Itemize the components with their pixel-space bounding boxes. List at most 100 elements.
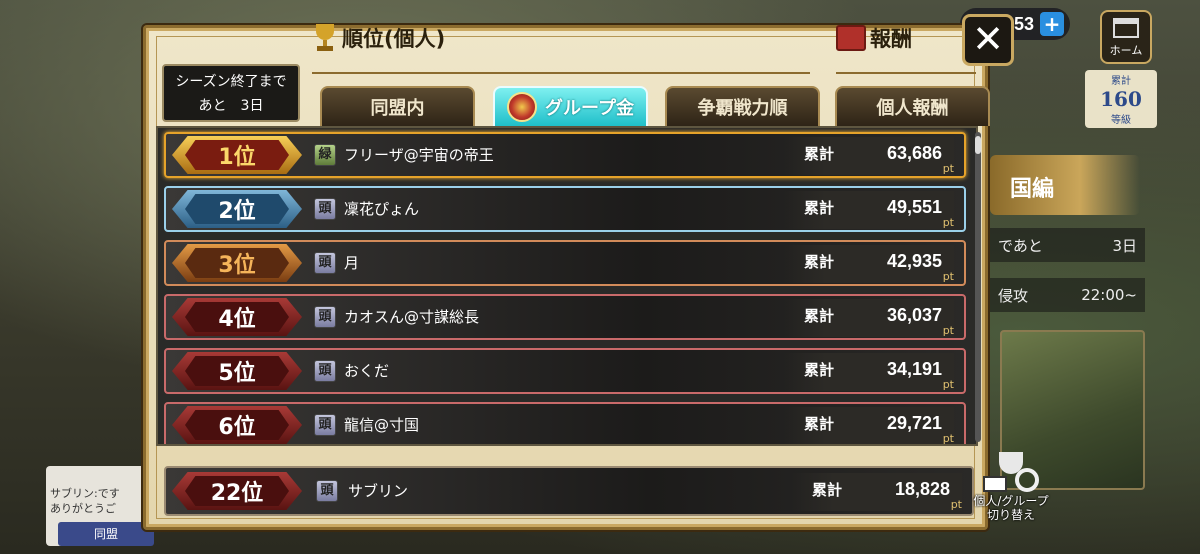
close-button[interactable]: ✕ [962,14,1014,66]
badge-top-label: 累計 [1111,76,1131,87]
player-rank-icon: 頭 [314,360,336,382]
score-box: 累計 34,191 pt [784,353,954,391]
tab-group-gold-label: グループ金 [545,98,634,119]
tab-alliance[interactable]: 同盟内 [320,86,475,126]
score-value: 42,935 [886,251,942,271]
tab-hegemony-power[interactable]: 争覇戦力順 [665,86,820,126]
score-box: 累計 36,037 pt [784,299,954,337]
tab-personal-reward[interactable]: 個人報酬 [835,86,990,126]
ranking-row-2[interactable]: 2位 頭 凜花ぴょん 累計 49,551 pt [164,186,966,232]
player-name: 龍信@寸国 [344,416,420,434]
season-remaining-label: であと [998,236,1043,255]
player-rank-icon: 頭 [316,480,338,502]
invasion-time-row: 侵攻 22:00~ [990,278,1145,312]
reward-title-underline [836,72,976,74]
own-ranking-row[interactable]: 22位 頭 サブリン 累計 18,828 pt [164,466,974,516]
rank-plate: 5位 [172,352,302,390]
tab-hegemony-power-label: 争覇戦力順 [697,98,788,119]
season-remaining-value: 3日 [1112,236,1137,255]
ranking-row-4[interactable]: 4位 頭 カオスん@寸謀総長 累計 36,037 pt [164,294,966,340]
trophy-icon [312,24,338,52]
chapter-banner[interactable]: 国編 [990,155,1140,215]
ranking-title-underline [312,72,810,74]
score-value: 34,191 [886,359,942,379]
rank-label: 1位 [185,140,289,170]
badge-value: 160 [1100,87,1142,111]
score-unit: pt [942,432,954,445]
rank-plate: 22位 [172,472,302,510]
scrollbar-thumb[interactable] [975,136,981,154]
gold-emblem-icon [507,92,538,122]
player-rank-icon: 頭 [314,198,336,220]
rank-plate: 1位 [172,136,302,174]
score-box: 累計 29,721 pt [784,407,954,445]
rank-plate: 3位 [172,244,302,282]
season-countdown-line2: あと 3日 [198,98,264,114]
score-value: 18,828 [894,479,950,499]
ranking-scrollbar[interactable] [975,132,981,442]
rank-label: 2位 [185,194,289,224]
switch-label-line2: 切り替え [986,508,1035,522]
switch-label-line1: 個人/グループ [973,494,1049,508]
rank-label: 4位 [185,302,289,332]
player-name: フリーザ@宇宙の帝王 [344,146,494,164]
score-box: 累計 49,551 pt [784,191,954,229]
ranking-row-6[interactable]: 6位 頭 龍信@寸国 累計 29,721 pt [164,402,966,445]
season-remaining-row: であと 3日 [990,228,1145,262]
season-countdown: シーズン終了まで あと 3日 [162,64,300,122]
ranking-list[interactable]: 1位 緑 フリーザ@宇宙の帝王 累計 63,686 pt 2位 頭 凜花ぴょん … [156,126,978,446]
tab-personal-reward-label: 個人報酬 [876,98,949,119]
player-rank-icon: 頭 [314,306,336,328]
score-box: 累計 18,828 pt [792,473,962,511]
player-name: おくだ [344,362,390,380]
tab-alliance-label: 同盟内 [370,98,425,119]
score-unit: pt [942,162,954,175]
rank-plate: 2位 [172,190,302,228]
home-label: ホーム [1109,44,1143,57]
player-name: 月 [344,254,360,272]
total-label: 累計 [804,415,835,433]
chat-line-2: ありがとうご [50,502,116,515]
player-rank-icon: 頭 [314,414,336,436]
invasion-time: 22:00~ [1081,286,1137,304]
total-label: 累計 [804,145,835,163]
rank-plate: 6位 [172,406,302,444]
score-unit: pt [942,378,954,391]
reward-title: 報酬 [836,22,912,54]
personal-group-switch-button[interactable]: 個人/グループ 切り替え [968,448,1054,530]
total-label: 累計 [804,199,835,217]
ranking-row-3[interactable]: 3位 頭 月 累計 42,935 pt [164,240,966,286]
currency-value: 53 [1013,13,1034,34]
total-label: 累計 [804,361,835,379]
rank-label: 22位 [185,476,289,506]
total-label: 累計 [804,307,835,325]
chat-line-1: サブリン:です [50,487,120,500]
ranking-row-5[interactable]: 5位 頭 おくだ 累計 34,191 pt [164,348,966,394]
score-box: 累計 42,935 pt [784,245,954,283]
score-unit: pt [942,216,954,229]
ranking-title: 順位(個人) [312,22,445,54]
player-name: 凜花ぴょん [344,200,420,218]
switch-icon [981,448,1041,494]
score-value: 49,551 [886,197,942,217]
score-value: 29,721 [886,413,942,433]
rank-plate: 4位 [172,298,302,336]
player-rank-icon: 頭 [314,252,336,274]
cumulative-rank-badge[interactable]: 累計 160 等級 [1085,70,1157,128]
player-name: サブリン [348,482,409,500]
invasion-label: 侵攻 [998,286,1029,305]
ranking-title-text: 順位(個人) [342,27,446,51]
player-rank-icon: 緑 [314,144,336,166]
score-box: 累計 63,686 pt [784,137,954,175]
score-unit: pt [942,324,954,337]
ranking-row-1[interactable]: 1位 緑 フリーザ@宇宙の帝王 累計 63,686 pt [164,132,966,178]
home-button[interactable]: ホーム [1100,10,1152,64]
tab-group-gold[interactable]: グループ金 [493,86,648,126]
chat-tab-alliance[interactable]: 同盟 [58,522,154,546]
score-value: 63,686 [886,143,942,163]
rank-label: 3位 [185,248,289,278]
total-label: 累計 [804,253,835,271]
add-currency-button[interactable]: + [1040,12,1064,36]
player-name: カオスん@寸謀総長 [344,308,480,326]
badge-bottom-label: 等級 [1111,115,1131,126]
